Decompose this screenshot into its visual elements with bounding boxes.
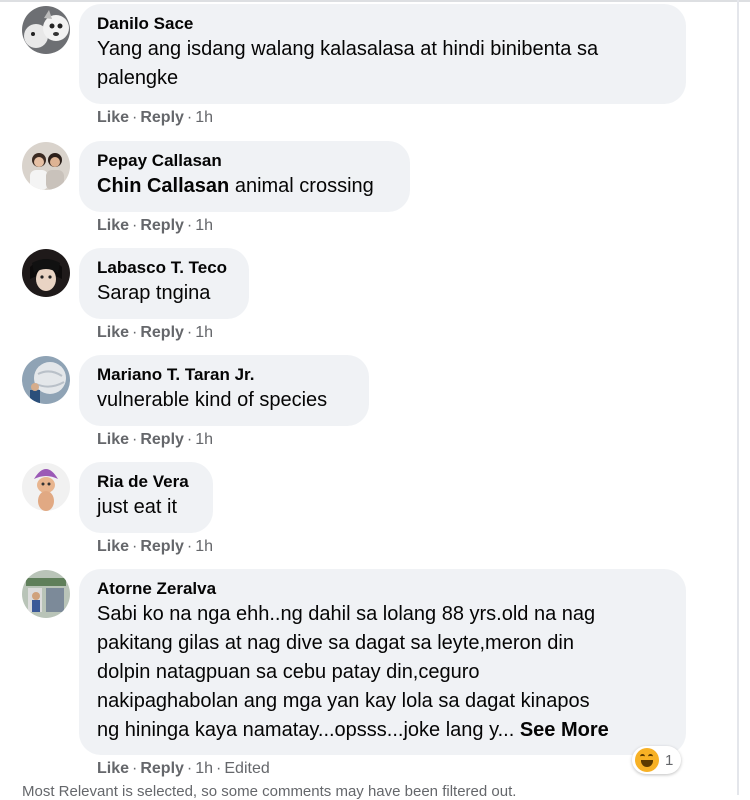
- like-button[interactable]: Like: [97, 109, 129, 126]
- comment-author[interactable]: Mariano T. Taran Jr.: [97, 364, 351, 386]
- reaction-summary[interactable]: 1: [632, 746, 682, 774]
- comment-author[interactable]: Danilo Sace: [97, 13, 668, 35]
- comment-bubble: Danilo Sace Yang ang isdang walang kalas…: [79, 4, 686, 104]
- comment-text-line: Sarap tngina: [97, 282, 211, 304]
- shop-photo-avatar-icon[interactable]: [22, 570, 70, 618]
- comment-bubble: Labasco T. Teco Sarap tngina: [79, 248, 249, 319]
- haha-reaction-icon: [635, 748, 659, 772]
- comment-text-line: Chin Callasan animal crossing: [97, 172, 392, 201]
- comment-text-line: palengke: [97, 67, 179, 89]
- filter-notice: Most Relevant is selected, so some comme…: [22, 783, 517, 800]
- timestamp[interactable]: 1h: [195, 431, 213, 448]
- timestamp[interactable]: 1h: [195, 760, 213, 777]
- comment-actions: Like · Reply · 1h: [97, 109, 214, 126]
- anime-avatar-icon[interactable]: [22, 249, 70, 297]
- like-button[interactable]: Like: [97, 431, 129, 448]
- reaction-count: 1: [665, 751, 674, 769]
- comment-bubble: Mariano T. Taran Jr. vulnerable kind of …: [79, 355, 369, 426]
- like-button[interactable]: Like: [97, 760, 129, 777]
- comment-actions: Like · Reply · 1h: [97, 538, 214, 555]
- comment-bubble: Atorne Zeralva Sabi ko na nga ehh..ng da…: [79, 569, 686, 755]
- comment-text-line: just eat it: [97, 496, 178, 518]
- comment-author[interactable]: Pepay Callasan: [97, 150, 392, 172]
- reply-button[interactable]: Reply: [140, 324, 184, 341]
- like-button[interactable]: Like: [97, 324, 129, 341]
- timestamp[interactable]: 1h: [195, 217, 213, 234]
- comment-author[interactable]: Ria de Vera: [97, 471, 195, 493]
- comment-text: ng hininga kaya namatay...opsss...joke l…: [97, 719, 515, 741]
- comment-text-line: pakitang gilas at nag dive sa dagat sa l…: [97, 632, 574, 654]
- globe-photo-avatar-icon[interactable]: [22, 356, 70, 404]
- comment-text-line: vulnerable kind of species: [97, 389, 328, 411]
- comment-actions: Like · Reply · 1h: [97, 431, 214, 448]
- comment-text-line: Sabi ko na nga ehh..ng dahil sa lolang 8…: [97, 603, 596, 625]
- comment-bubble: Pepay Callasan Chin Callasan animal cros…: [79, 141, 410, 212]
- reply-button[interactable]: Reply: [140, 431, 184, 448]
- see-more-link[interactable]: See More: [520, 719, 609, 741]
- reply-button[interactable]: Reply: [140, 109, 184, 126]
- family-photo-avatar-icon[interactable]: [22, 142, 70, 190]
- troll-doll-avatar-icon[interactable]: [22, 463, 70, 511]
- like-button[interactable]: Like: [97, 538, 129, 555]
- comment-text-line: Yang ang isdang walang kalasalasa at hin…: [97, 38, 599, 60]
- comment-actions: Like · Reply · 1h: [97, 217, 214, 234]
- dog-photo-avatar-icon[interactable]: [22, 6, 70, 54]
- edited-label[interactable]: Edited: [224, 760, 269, 777]
- timestamp[interactable]: 1h: [195, 324, 213, 341]
- comment-text-line: dolpin natagpuan sa cebu patay din,cegur…: [97, 661, 480, 683]
- timestamp[interactable]: 1h: [195, 109, 213, 126]
- comment-actions: Like · Reply · 1h: [97, 324, 214, 341]
- timestamp[interactable]: 1h: [195, 538, 213, 555]
- comment-author[interactable]: Atorne Zeralva: [97, 578, 668, 600]
- comment-text-line: ng hininga kaya namatay...opsss...joke l…: [97, 716, 668, 745]
- mention-link[interactable]: Chin Callasan: [97, 175, 229, 197]
- comment-text: animal crossing: [229, 175, 374, 197]
- comment-text-line: nakipaghabolan ang mga yan kay lola sa d…: [97, 690, 590, 712]
- reply-button[interactable]: Reply: [140, 760, 184, 777]
- comment-bubble: Ria de Vera just eat it: [79, 462, 213, 533]
- top-divider: [0, 0, 750, 2]
- scrollbar-track[interactable]: [737, 0, 739, 795]
- reply-button[interactable]: Reply: [140, 217, 184, 234]
- comment-author[interactable]: Labasco T. Teco: [97, 257, 231, 279]
- like-button[interactable]: Like: [97, 217, 129, 234]
- comment-actions: Like · Reply · 1h · Edited: [97, 760, 270, 777]
- reply-button[interactable]: Reply: [140, 538, 184, 555]
